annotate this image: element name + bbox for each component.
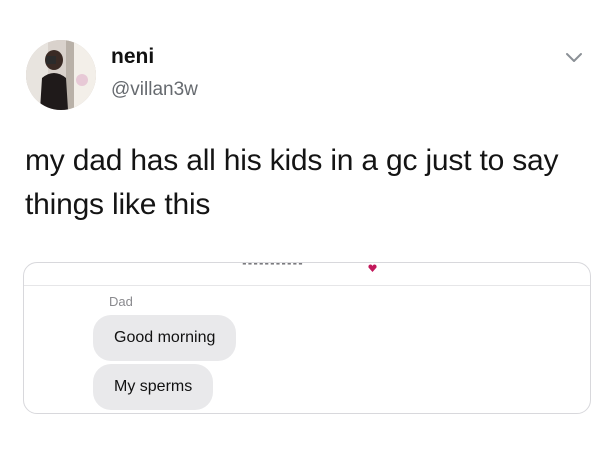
- chevron-down-icon[interactable]: [565, 52, 583, 64]
- group-chat-title: ▪▪▪▪▪▪▪▪▪▪▪: [242, 262, 304, 270]
- embedded-screenshot: ▪▪▪▪▪▪▪▪▪▪▪ Dad Good morning My sperms: [23, 262, 591, 414]
- avatar[interactable]: [26, 40, 96, 110]
- message-sender: Dad: [109, 294, 133, 309]
- author-handle[interactable]: @villan3w: [111, 79, 198, 101]
- heart-icon: [368, 264, 377, 272]
- message-bubble: Good morning: [93, 315, 237, 361]
- tweet-card: neni @villan3w my dad has all his kids i…: [0, 0, 600, 470]
- message-bubble: My sperms: [93, 364, 214, 410]
- chat-header: ▪▪▪▪▪▪▪▪▪▪▪: [24, 263, 590, 286]
- author-display-name[interactable]: neni: [111, 45, 154, 69]
- profile-photo-icon: [26, 40, 96, 110]
- tweet-text: my dad has all his kids in a gc just to …: [25, 144, 559, 221]
